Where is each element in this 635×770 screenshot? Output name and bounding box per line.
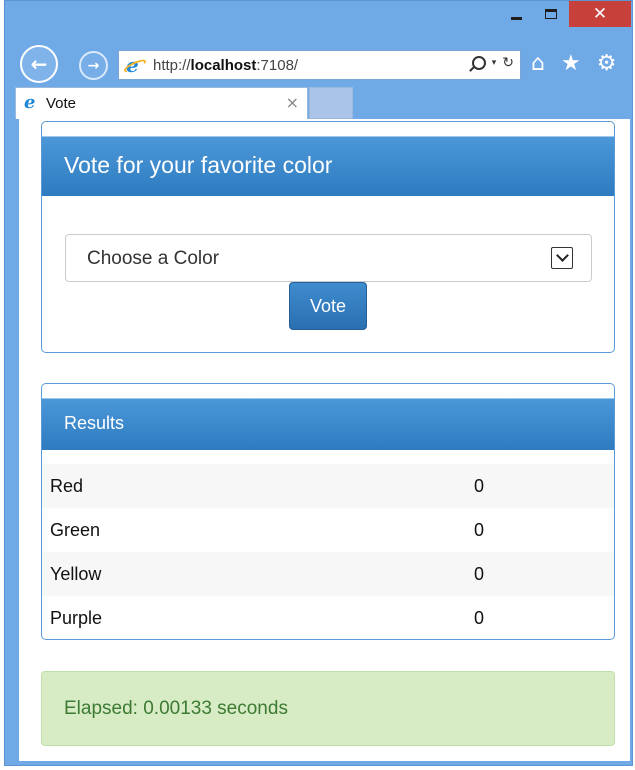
back-button[interactable]: ← — [20, 45, 58, 83]
navigation-bar: ← → e http://localhost:7108/ ▾ ↻ ⌂ ★ ⚙ — [5, 41, 632, 87]
page-content: Vote for your favorite color Choose a Co… — [19, 119, 630, 761]
vote-panel: Vote for your favorite color Choose a Co… — [41, 121, 615, 353]
search-icon[interactable] — [471, 56, 486, 70]
color-select-value: Choose a Color — [87, 248, 220, 269]
color-name: Red — [42, 464, 474, 508]
vote-count: 0 — [474, 552, 614, 596]
url-host: localhost — [190, 57, 257, 74]
favorites-star-icon[interactable]: ★ — [561, 53, 581, 75]
vote-count: 0 — [474, 464, 614, 508]
vote-count: 0 — [474, 519, 485, 540]
title-bar: ✕ — [5, 1, 632, 37]
home-icon[interactable]: ⌂ — [531, 53, 545, 75]
elapsed-alert: Elapsed: 0.00133 seconds — [41, 671, 615, 746]
vote-panel-heading: Vote for your favorite color — [42, 136, 614, 196]
url-text[interactable]: http://localhost:7108/ — [153, 57, 298, 74]
ie-favicon-icon: e — [24, 92, 36, 113]
new-tab-button[interactable] — [309, 87, 353, 119]
forward-arrow-icon: → — [87, 57, 100, 74]
forward-button[interactable]: → — [79, 51, 108, 80]
settings-gear-icon[interactable]: ⚙ — [597, 53, 617, 75]
results-panel: Results Red 0 Green 0 Yellow 0 Purple 0 — [41, 383, 615, 640]
close-window-button[interactable]: ✕ — [569, 1, 631, 27]
tab-close-icon[interactable]: × — [286, 93, 299, 112]
browser-toolbar: ⌂ ★ ⚙ — [531, 53, 616, 75]
results-table: Red 0 Green 0 Yellow 0 Purple 0 — [42, 464, 614, 639]
color-name: Purple — [50, 607, 103, 628]
close-icon: ✕ — [592, 3, 608, 24]
table-row: Yellow 0 — [42, 552, 614, 596]
browser-window: ✕ ← → e http://localhost:7108/ ▾ ↻ ⌂ ★ ⚙… — [4, 0, 633, 766]
search-dropdown-icon[interactable]: ▾ — [492, 58, 497, 68]
back-arrow-icon: ← — [30, 52, 48, 76]
tab-title: Vote — [46, 95, 77, 112]
maximize-button[interactable] — [533, 1, 569, 27]
table-row: Red 0 — [42, 464, 614, 508]
address-tools: ▾ ↻ — [471, 55, 514, 71]
color-name: Yellow — [42, 552, 474, 596]
table-row: Purple 0 — [42, 596, 614, 639]
maximize-icon — [545, 9, 557, 19]
vote-button[interactable]: Vote — [289, 282, 367, 330]
color-name: Green — [50, 519, 101, 540]
refresh-icon[interactable]: ↻ — [502, 55, 514, 71]
minimize-button[interactable] — [499, 1, 533, 27]
tab-vote[interactable]: e Vote × — [15, 87, 308, 119]
table-row: Green 0 — [42, 508, 614, 552]
tab-strip: e Vote × — [5, 87, 632, 119]
vote-count: 0 — [474, 607, 485, 628]
ie-logo-icon: e — [122, 55, 148, 76]
results-panel-heading: Results — [42, 398, 614, 450]
chevron-down-icon — [555, 249, 569, 262]
minimize-icon — [510, 16, 522, 20]
address-bar[interactable]: e http://localhost:7108/ ▾ ↻ — [118, 50, 521, 80]
select-dropdown-button[interactable] — [551, 247, 573, 269]
color-select[interactable]: Choose a Color — [65, 234, 592, 282]
